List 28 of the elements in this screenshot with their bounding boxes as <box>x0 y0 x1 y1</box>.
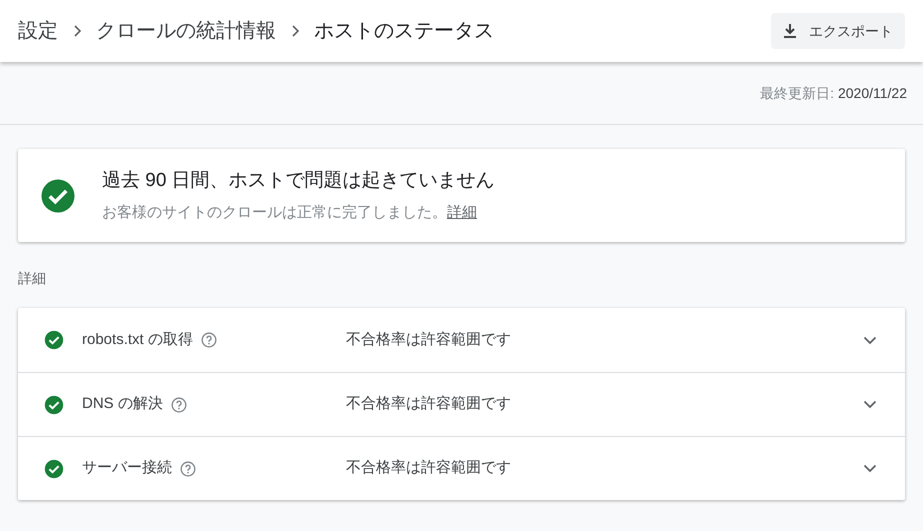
export-button[interactable]: エクスポート <box>771 13 905 49</box>
download-icon <box>783 23 797 39</box>
breadcrumb-item: ホストのステータス <box>314 19 494 44</box>
check-name: DNS の解決 <box>82 394 163 414</box>
expand-chevron-icon[interactable] <box>863 464 877 473</box>
check-result: 不合格率は許容範囲です <box>346 394 512 414</box>
check-result: 不合格率は許容範囲です <box>346 330 512 350</box>
breadcrumb-item[interactable]: クロールの統計情報 <box>96 16 276 46</box>
help-icon[interactable] <box>170 396 187 412</box>
expand-chevron-icon[interactable] <box>863 400 877 409</box>
detail-row[interactable]: サーバー接続 不合格率は許容範囲です <box>18 436 905 500</box>
check-name: robots.txt の取得 <box>82 330 193 350</box>
breadcrumb-item[interactable]: 設定 <box>18 16 58 46</box>
help-icon[interactable] <box>200 332 217 348</box>
check-name: サーバー接続 <box>82 458 172 478</box>
summary-title: 過去 90 日間、ホストで問題は起きていません <box>102 169 495 193</box>
details-link[interactable]: 詳細 <box>447 202 477 224</box>
chevron-right-icon <box>290 25 300 37</box>
last-updated-label: 最終更新日: <box>760 84 834 102</box>
detail-row[interactable]: robots.txt の取得 不合格率は許容範囲です <box>18 308 905 372</box>
help-icon[interactable] <box>180 460 196 476</box>
expand-chevron-icon[interactable] <box>863 336 877 344</box>
summary-text: お客様のサイトのクロールは正常に完了しました。 <box>102 202 447 222</box>
chevron-right-icon <box>72 25 82 37</box>
details-heading: 詳細 <box>18 269 47 288</box>
last-updated-date: 2020/11/22 <box>838 84 907 102</box>
check-result: 不合格率は許容範囲です <box>346 458 512 478</box>
detail-row[interactable]: DNS の解決 不合格率は許容範囲です <box>18 372 905 436</box>
